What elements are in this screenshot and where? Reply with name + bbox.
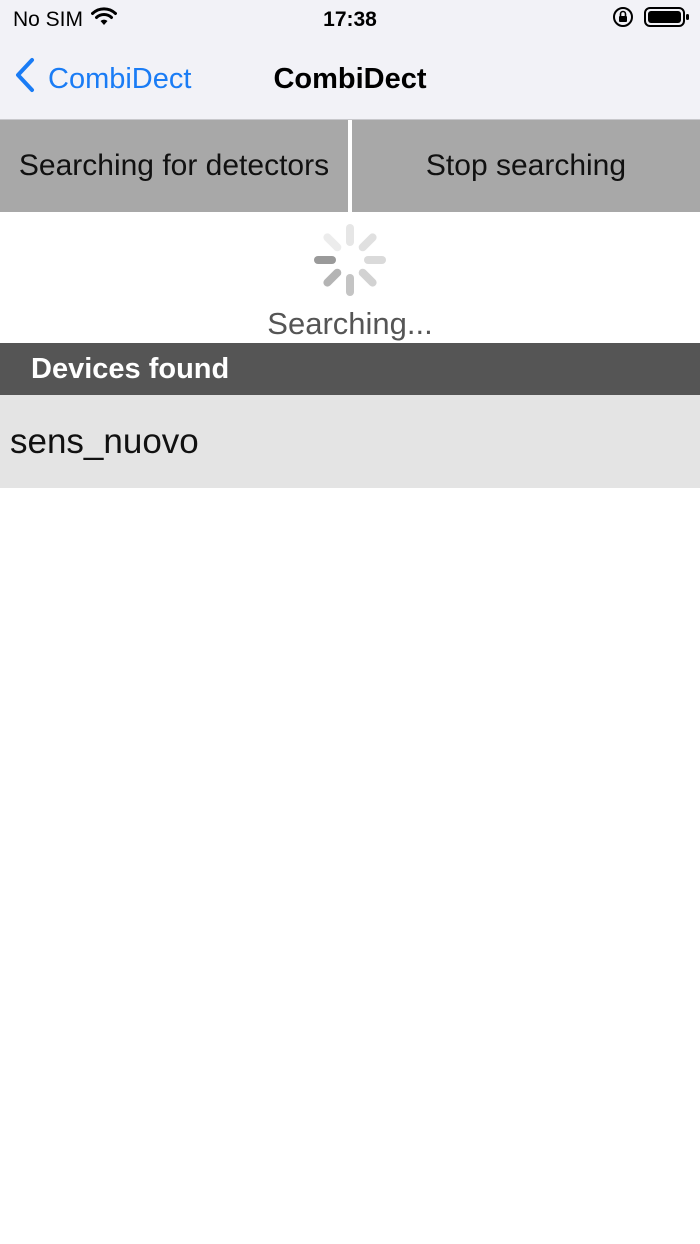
status-right xyxy=(612,6,690,32)
action-row: Searching for detectors Stop searching xyxy=(0,120,700,212)
battery-icon xyxy=(644,6,690,33)
searching-status-text: Searching... xyxy=(267,306,433,341)
navigation-bar: CombiDect CombiDect xyxy=(0,40,700,120)
device-list-item[interactable]: sens_nuovo xyxy=(0,395,700,488)
devices-header-label: Devices found xyxy=(31,352,230,385)
activity-spinner-icon xyxy=(314,224,386,296)
status-bar: No SIM 17:38 xyxy=(0,0,700,40)
page-title: CombiDect xyxy=(273,63,427,95)
device-name: sens_nuovo xyxy=(10,421,199,461)
stop-searching-button[interactable]: Stop searching xyxy=(352,120,700,212)
search-detectors-button[interactable]: Searching for detectors xyxy=(0,120,348,212)
status-time: 17:38 xyxy=(323,8,377,31)
orientation-lock-icon xyxy=(612,6,634,33)
devices-section-header: Devices found xyxy=(0,343,700,395)
searching-indicator: Searching... xyxy=(0,212,700,343)
